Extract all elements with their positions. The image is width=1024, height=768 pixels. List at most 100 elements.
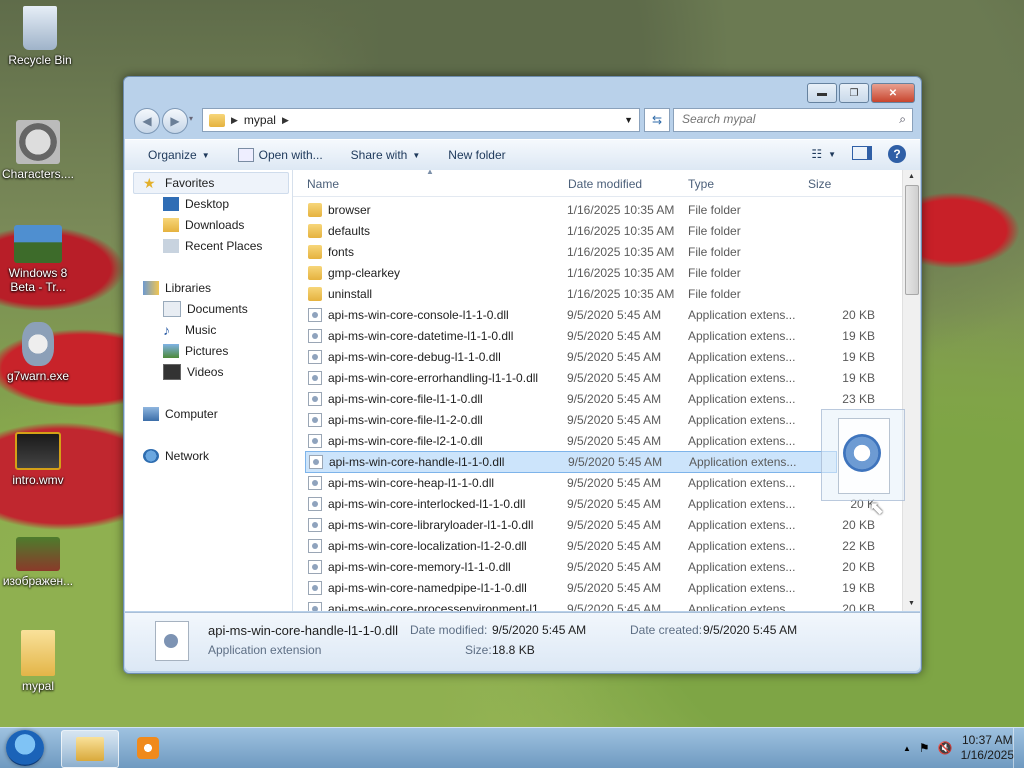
file-row[interactable]: api-ms-win-core-console-l1-1-0.dll 9/5/20…: [305, 305, 875, 325]
file-row[interactable]: api-ms-win-core-file-l2-1-0.dll 9/5/2020 …: [305, 431, 835, 451]
maximize-button[interactable]: ❐: [839, 83, 869, 103]
folder-icon: [308, 266, 322, 280]
preview-pane-icon: [852, 145, 872, 160]
file-row[interactable]: api-ms-win-core-file-l1-2-0.dll 9/5/2020 …: [305, 410, 835, 430]
file-row[interactable]: api-ms-win-core-localization-l1-2-0.dll 9…: [305, 536, 875, 556]
forward-button[interactable]: ▶: [162, 108, 188, 134]
back-button[interactable]: ◀: [134, 108, 160, 134]
cell-name: browser: [328, 203, 371, 217]
column-header-name[interactable]: Name: [307, 177, 339, 191]
desktop-icon-g7warn[interactable]: g7warn.exe: [0, 322, 78, 383]
new-folder-button[interactable]: New folder: [434, 148, 519, 162]
dll-file-icon: [308, 476, 322, 490]
cell-name: fonts: [328, 245, 355, 259]
help-button[interactable]: ?: [888, 145, 906, 163]
address-bar[interactable]: ▶ mypal ▶ ▼: [202, 108, 640, 132]
cell-name: api-ms-win-core-errorhandling-l1-1-0.dll: [328, 371, 539, 385]
refresh-button[interactable]: ⇆: [644, 108, 670, 132]
column-header-date[interactable]: Date modified: [568, 177, 642, 191]
folder-row[interactable]: uninstall 1/16/2025 10:35 AM File folder: [305, 284, 835, 304]
change-view-button[interactable]: ☷ ▼: [811, 147, 836, 161]
desktop-icon-mypal[interactable]: mypal: [0, 630, 78, 693]
search-input[interactable]: [674, 109, 890, 129]
nav-desktop[interactable]: Desktop: [163, 194, 229, 214]
libraries-icon: [143, 281, 159, 295]
dll-file-icon: [155, 621, 189, 661]
back-arrow-icon: ◀: [142, 114, 152, 128]
vertical-scrollbar[interactable]: ▲ ▼: [902, 170, 920, 611]
nav-pictures[interactable]: Pictures: [163, 341, 228, 361]
file-row[interactable]: api-ms-win-core-memory-l1-1-0.dll 9/5/202…: [305, 557, 875, 577]
desktop-icon-windows8[interactable]: Windows 8 Beta - Tr...: [0, 225, 78, 294]
nav-music[interactable]: ♪ Music: [163, 320, 216, 340]
breadcrumb-mypal[interactable]: mypal: [244, 113, 276, 127]
cell-type: File folder: [688, 266, 741, 280]
nav-downloads[interactable]: Downloads: [163, 215, 244, 235]
nav-favorites[interactable]: ★ Favorites: [143, 173, 214, 193]
forward-arrow-icon: ▶: [170, 114, 180, 128]
nav-computer[interactable]: Computer: [143, 404, 218, 424]
open-with-button[interactable]: Open with...: [224, 148, 337, 162]
scrollbar-thumb[interactable]: [905, 185, 919, 295]
desktop-icon-intro-wmv[interactable]: intro.wmv: [0, 432, 78, 487]
address-dropdown-icon[interactable]: ▼: [624, 115, 633, 125]
nav-recent-places[interactable]: Recent Places: [163, 236, 262, 256]
nav-videos[interactable]: Videos: [163, 362, 223, 382]
folder-row[interactable]: browser 1/16/2025 10:35 AM File folder: [305, 200, 835, 220]
file-row[interactable]: api-ms-win-core-datetime-l1-1-0.dll 9/5/2…: [305, 326, 875, 346]
cell-date: 9/5/2020 5:45 AM: [567, 413, 662, 427]
close-icon: ✕: [888, 87, 898, 99]
dll-file-icon: [308, 371, 322, 385]
nav-network[interactable]: Network: [143, 446, 209, 466]
scroll-up-icon[interactable]: ▲: [903, 170, 920, 184]
search-box[interactable]: ⌕: [673, 108, 913, 132]
show-desktop-button[interactable]: [1013, 728, 1024, 768]
file-row[interactable]: api-ms-win-core-interlocked-l1-1-0.dll 9/…: [305, 494, 875, 514]
cell-date: 9/5/2020 5:45 AM: [567, 602, 662, 611]
file-row[interactable]: api-ms-win-core-namedpipe-l1-1-0.dll 9/5/…: [305, 578, 875, 598]
preview-pane-button[interactable]: [852, 145, 872, 163]
file-row[interactable]: api-ms-win-core-file-l1-1-0.dll 9/5/2020 …: [305, 389, 875, 409]
cell-date: 9/5/2020 5:45 AM: [568, 455, 663, 469]
file-row[interactable]: api-ms-win-core-processenvironment-l1...…: [305, 599, 875, 611]
scroll-down-icon[interactable]: ▼: [903, 597, 920, 611]
clock[interactable]: 10:37 AM 1/16/2025: [961, 733, 1014, 763]
file-row[interactable]: api-ms-win-core-debug-l1-1-0.dll 9/5/2020…: [305, 347, 875, 367]
folder-row[interactable]: fonts 1/16/2025 10:35 AM File folder: [305, 242, 835, 262]
folder-row[interactable]: defaults 1/16/2025 10:35 AM File folder: [305, 221, 835, 241]
share-with-button[interactable]: Share with ▼: [337, 148, 435, 162]
file-row[interactable]: api-ms-win-core-libraryloader-l1-1-0.dll…: [305, 515, 875, 535]
cell-date: 9/5/2020 5:45 AM: [567, 560, 662, 574]
organize-button[interactable]: Organize ▼: [125, 148, 224, 162]
taskbar-media-player-button[interactable]: [121, 730, 177, 766]
breadcrumb-chevron-icon[interactable]: ▶: [231, 115, 238, 126]
desktop-icon-characters[interactable]: Characters....: [0, 120, 78, 181]
file-row[interactable]: api-ms-win-core-handle-l1-1-0.dll 9/5/202…: [305, 451, 837, 473]
start-button[interactable]: [6, 730, 44, 766]
nav-documents[interactable]: Documents: [163, 299, 248, 319]
action-center-icon[interactable]: ⚑: [919, 741, 930, 755]
cell-size: 22 KB: [842, 539, 875, 553]
recent-places-icon: [163, 239, 179, 253]
folder-icon: [308, 287, 322, 301]
cell-name: gmp-clearkey: [328, 266, 401, 280]
column-header-size[interactable]: Size: [808, 177, 831, 191]
cell-type: Application extens...: [688, 518, 796, 532]
recent-pages-chevron-icon[interactable]: ▾: [189, 114, 193, 123]
nav-libraries[interactable]: Libraries: [143, 278, 211, 298]
show-hidden-icons-icon[interactable]: ▲: [903, 744, 911, 753]
search-icon[interactable]: ⌕: [899, 112, 906, 127]
column-header-type[interactable]: Type: [688, 177, 714, 191]
volume-muted-icon[interactable]: 🔇: [938, 741, 953, 755]
breadcrumb-chevron-icon[interactable]: ▶: [282, 115, 289, 126]
close-button[interactable]: ✕: [871, 83, 915, 103]
file-row[interactable]: api-ms-win-core-heap-l1-1-0.dll 9/5/2020 …: [305, 473, 835, 493]
desktop-icon-image[interactable]: изображен...: [0, 537, 78, 588]
folder-icon: [308, 224, 322, 238]
desktop-icon-recycle-bin[interactable]: Recycle Bin: [0, 6, 80, 67]
minimize-button[interactable]: ▬: [807, 83, 837, 103]
title-bar[interactable]: ▬ ❐ ✕: [124, 77, 921, 105]
folder-row[interactable]: gmp-clearkey 1/16/2025 10:35 AM File folde…: [305, 263, 835, 283]
file-row[interactable]: api-ms-win-core-errorhandling-l1-1-0.dll…: [305, 368, 875, 388]
taskbar-explorer-button[interactable]: [61, 730, 119, 768]
